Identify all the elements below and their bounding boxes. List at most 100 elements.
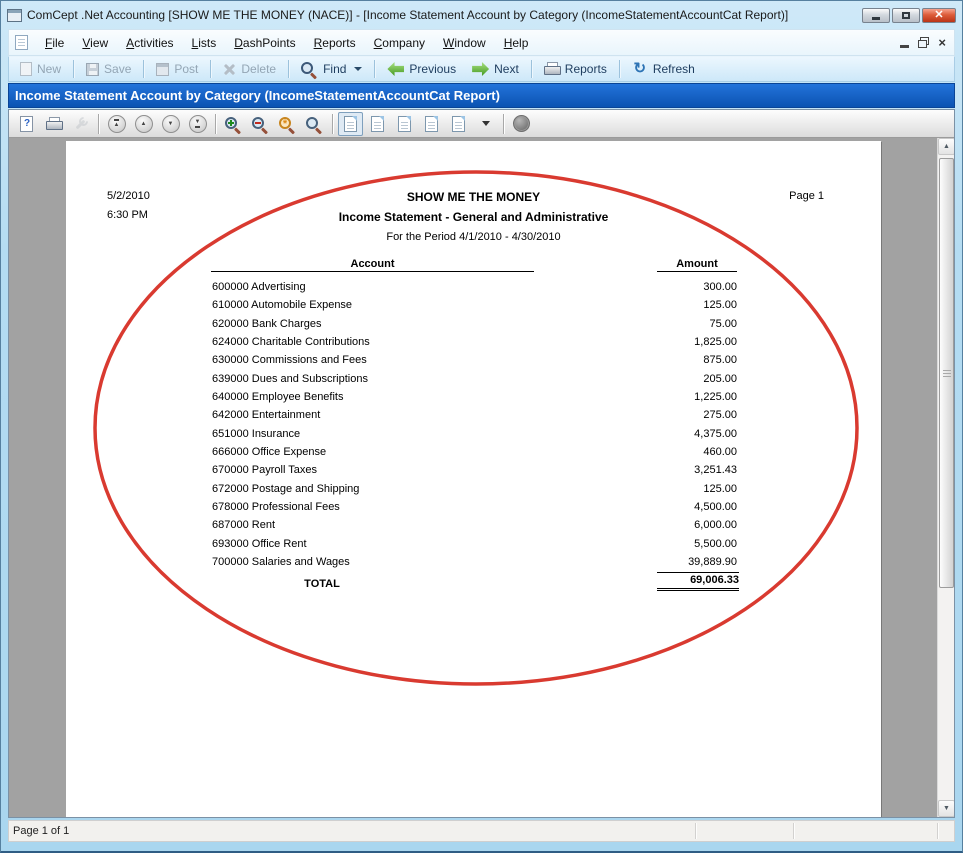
stop-button[interactable]	[509, 112, 534, 136]
amount-cell: 275.00	[617, 409, 737, 421]
title-bar: ComCept .Net Accounting [SHOW ME THE MON…	[1, 1, 962, 29]
menu-item-company[interactable]: Company	[365, 33, 434, 53]
first-page-button[interactable]	[104, 112, 129, 136]
account-cell: 678000 Professional Fees	[212, 501, 340, 513]
toolbar-button-label: Refresh	[653, 62, 695, 76]
report-toolbar	[9, 110, 954, 138]
vertical-scrollbar[interactable]: ▲ ▼	[937, 138, 954, 817]
menu-item-file[interactable]: File	[36, 33, 73, 53]
child-close-icon[interactable]: ×	[938, 37, 946, 48]
scroll-down-button[interactable]: ▼	[938, 800, 954, 817]
page-view-icon	[344, 116, 357, 132]
menu-item-window[interactable]: Window	[434, 33, 495, 53]
view-mode-4-button[interactable]	[419, 112, 444, 136]
toolbar-button-label: Reports	[565, 62, 607, 76]
zoom-wand-button[interactable]	[275, 112, 300, 136]
next-page-button[interactable]	[158, 112, 183, 136]
zoom-in-button[interactable]	[221, 112, 246, 136]
save-button[interactable]: Save	[78, 58, 139, 80]
refresh-button[interactable]: Refresh	[624, 58, 703, 80]
previous-icon	[387, 62, 404, 76]
child-window-controls: ×	[900, 37, 950, 48]
maximize-button[interactable]	[892, 8, 920, 23]
report-page: 5/2/2010 6:30 PM Page 1 SHOW ME THE MONE…	[66, 141, 881, 817]
prev-page-button[interactable]	[131, 112, 156, 136]
find-button[interactable]: Find	[293, 58, 370, 80]
status-bar: Page 1 of 1	[8, 820, 955, 842]
report-row: 651000 Insurance4,375.00	[66, 426, 881, 444]
view-mode-5-button[interactable]	[446, 112, 471, 136]
close-button[interactable]: ✕	[922, 8, 956, 23]
last-page-button[interactable]	[185, 112, 210, 136]
zoom-out-button[interactable]	[248, 112, 273, 136]
amount-cell: 3,251.43	[617, 464, 737, 476]
post-icon	[156, 63, 169, 76]
toolbar-button-label: Previous	[409, 62, 456, 76]
menu-item-activities[interactable]: Activities	[117, 33, 182, 53]
toolbar-separator	[73, 60, 74, 78]
status-text: Page 1 of 1	[13, 825, 69, 837]
report-row: 687000 Rent6,000.00	[66, 517, 881, 535]
menu-item-help[interactable]: Help	[495, 33, 538, 53]
print-settings-button[interactable]	[68, 112, 93, 136]
toolbar-button-label: Find	[323, 62, 346, 76]
maximize-icon	[902, 12, 910, 19]
window-title: ComCept .Net Accounting [SHOW ME THE MON…	[27, 8, 788, 22]
account-cell: 693000 Office Rent	[212, 538, 307, 550]
new-button[interactable]: New	[12, 58, 69, 80]
account-cell: 642000 Entertainment	[212, 409, 320, 421]
amount-cell: 1,225.00	[617, 391, 737, 403]
next-icon	[472, 62, 489, 76]
report-row: 639000 Dues and Subscriptions205.00	[66, 371, 881, 389]
view-mode-2-button[interactable]	[365, 112, 390, 136]
scrollbar-thumb[interactable]	[939, 158, 954, 588]
dropdown-caret-icon	[482, 121, 490, 126]
amount-cell: 300.00	[617, 281, 737, 293]
report-row: 670000 Payroll Taxes3,251.43	[66, 462, 881, 480]
account-cell: 624000 Charitable Contributions	[212, 336, 370, 348]
previous-button[interactable]: Previous	[379, 58, 464, 80]
next-button[interactable]: Next	[464, 58, 527, 80]
find-icon	[301, 61, 318, 77]
minimize-button[interactable]	[862, 8, 890, 23]
export-icon	[20, 116, 33, 132]
window-bottom-frame	[1, 842, 962, 851]
print-settings-icon	[73, 116, 89, 131]
amount-cell: 125.00	[617, 299, 737, 311]
account-cell: 700000 Salaries and Wages	[212, 556, 350, 568]
amount-cell: 205.00	[617, 373, 737, 385]
delete-button[interactable]: Delete	[215, 58, 284, 80]
export-button[interactable]	[14, 112, 39, 136]
toolbar-button-label: Save	[104, 62, 131, 76]
status-divider	[695, 823, 696, 839]
menu-item-lists[interactable]: Lists	[183, 33, 226, 53]
reports-button[interactable]: Reports	[536, 58, 615, 80]
view-mode-1-button[interactable]	[338, 112, 363, 136]
child-restore-icon[interactable]	[918, 37, 929, 48]
column-header-account: Account	[211, 258, 534, 272]
amount-cell: 39,889.90	[617, 556, 737, 568]
dropdown-caret-icon	[354, 67, 362, 71]
post-button[interactable]: Post	[148, 58, 206, 80]
account-cell: 672000 Postage and Shipping	[212, 483, 359, 495]
zoom-wand-icon	[279, 116, 296, 132]
scroll-up-button[interactable]: ▲	[938, 138, 954, 155]
status-divider	[937, 823, 938, 839]
menu-item-dashpoints[interactable]: DashPoints	[225, 33, 304, 53]
account-cell: 610000 Automobile Expense	[212, 299, 352, 311]
report-viewer: 5/2/2010 6:30 PM Page 1 SHOW ME THE MONE…	[9, 138, 954, 817]
zoom-select-button[interactable]	[302, 112, 327, 136]
account-cell: 630000 Commissions and Fees	[212, 354, 367, 366]
zoom-out-icon	[252, 116, 269, 132]
child-minimize-icon[interactable]	[900, 45, 909, 48]
view-mode-3-button[interactable]	[392, 112, 417, 136]
print-button[interactable]	[41, 112, 66, 136]
menu-item-view[interactable]: View	[73, 33, 117, 53]
page-view-icon	[425, 116, 438, 132]
toolbar-separator	[98, 114, 99, 134]
page-view-icon	[398, 116, 411, 132]
menu-item-reports[interactable]: Reports	[305, 33, 365, 53]
refresh-icon	[632, 61, 648, 77]
view-mode-dropdown[interactable]	[473, 112, 498, 136]
toolbar-separator	[332, 114, 333, 134]
